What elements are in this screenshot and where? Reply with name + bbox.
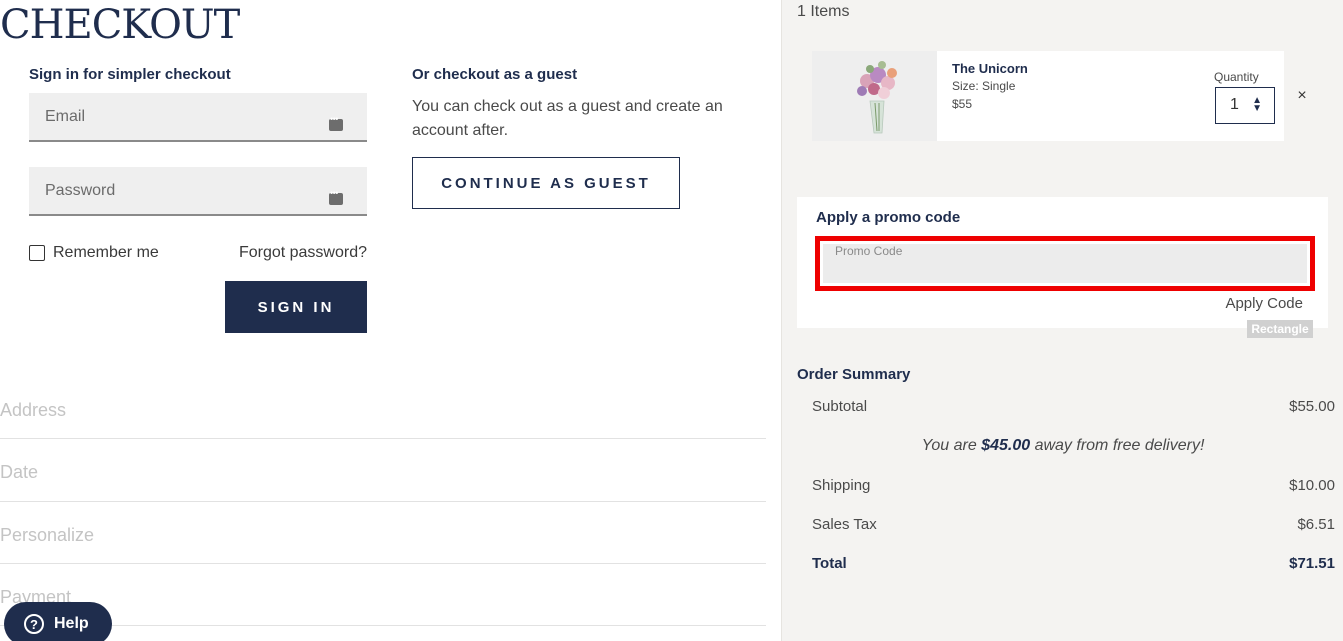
- quantity-value: 1: [1230, 96, 1239, 113]
- step-personalize[interactable]: Personalize: [0, 525, 766, 564]
- sales-tax-value: $6.51: [1297, 516, 1335, 533]
- item-name: The Unicorn: [952, 61, 1028, 76]
- total-label: Total: [812, 555, 847, 572]
- remove-item-button[interactable]: ×: [1284, 51, 1320, 141]
- annotation-badge: Rectangle: [1247, 320, 1313, 338]
- password-field-wrapper: [29, 167, 367, 216]
- cart-sidebar: 1 Items The Unicorn Size: Single $55 Qua…: [781, 0, 1343, 641]
- password-manager-icon[interactable]: [329, 188, 343, 205]
- forgot-password-link[interactable]: Forgot password?: [239, 244, 367, 262]
- promo-heading: Apply a promo code: [816, 209, 961, 226]
- remember-me[interactable]: Remember me: [29, 244, 159, 262]
- help-label: Help: [54, 615, 89, 632]
- subtotal-label: Subtotal: [812, 398, 868, 415]
- sign-in-button[interactable]: SIGN IN: [225, 281, 367, 333]
- subtotal-value: $55.00: [1289, 398, 1335, 415]
- step-label: Payment: [0, 587, 72, 607]
- promo-field-highlight: Promo Code: [815, 236, 1315, 291]
- question-icon: ?: [24, 614, 44, 634]
- sales-tax-label: Sales Tax: [812, 516, 877, 533]
- step-address[interactable]: Address: [0, 400, 766, 439]
- up-down-arrows-icon: ▲ ▼: [1252, 95, 1262, 114]
- total-value: $71.51: [1289, 555, 1335, 572]
- guest-heading: Or checkout as a guest: [412, 66, 578, 83]
- step-label: Date: [0, 462, 39, 482]
- password-input[interactable]: [29, 167, 367, 214]
- order-summary-heading: Order Summary: [797, 366, 911, 383]
- step-payment[interactable]: Payment: [0, 587, 766, 626]
- promo-code-placeholder: Promo Code: [835, 244, 903, 258]
- email-field-wrapper: [29, 93, 367, 142]
- guest-description: You can check out as a guest and create …: [412, 98, 723, 139]
- step-label: Address: [0, 400, 67, 420]
- promo-box: Apply a promo code Promo Code Apply Code…: [797, 197, 1328, 338]
- page-title: CHECKOUT: [0, 2, 240, 48]
- remember-me-checkbox[interactable]: [29, 245, 45, 261]
- free-delivery-prefix: You are: [921, 437, 982, 454]
- email-input[interactable]: [29, 93, 367, 140]
- step-date[interactable]: Date: [0, 462, 766, 502]
- password-manager-icon[interactable]: [329, 114, 343, 131]
- shipping-value: $10.00: [1289, 477, 1335, 494]
- quantity-label: Quantity: [1214, 70, 1259, 84]
- signin-heading: Sign in for simpler checkout: [29, 66, 231, 83]
- bouquet-image: [812, 51, 937, 141]
- continue-as-guest-button[interactable]: CONTINUE AS GUEST: [412, 157, 680, 209]
- item-size: Size: Single: [952, 79, 1016, 93]
- shipping-label: Shipping: [812, 477, 871, 494]
- cart-item: The Unicorn Size: Single $55 Quantity 1 …: [812, 51, 1320, 141]
- apply-code-button[interactable]: Apply Code: [1225, 295, 1303, 312]
- help-button[interactable]: ? Help: [4, 602, 112, 641]
- items-count: 1 Items: [797, 3, 850, 20]
- quantity-select[interactable]: 1 ▲ ▼: [1215, 87, 1275, 124]
- remember-me-label: Remember me: [53, 244, 159, 261]
- free-delivery-suffix: away from free delivery!: [1030, 437, 1205, 454]
- free-delivery-amount: $45.00: [981, 437, 1031, 454]
- item-price: $55: [952, 97, 973, 111]
- free-delivery-message: You are $45.00 away from free delivery!: [782, 437, 1343, 455]
- checkout-main-panel: CHECKOUT Sign in for simpler checkout Re…: [0, 0, 781, 641]
- close-icon: ×: [1297, 87, 1307, 104]
- product-image[interactable]: [812, 51, 937, 141]
- step-label: Personalize: [0, 525, 95, 545]
